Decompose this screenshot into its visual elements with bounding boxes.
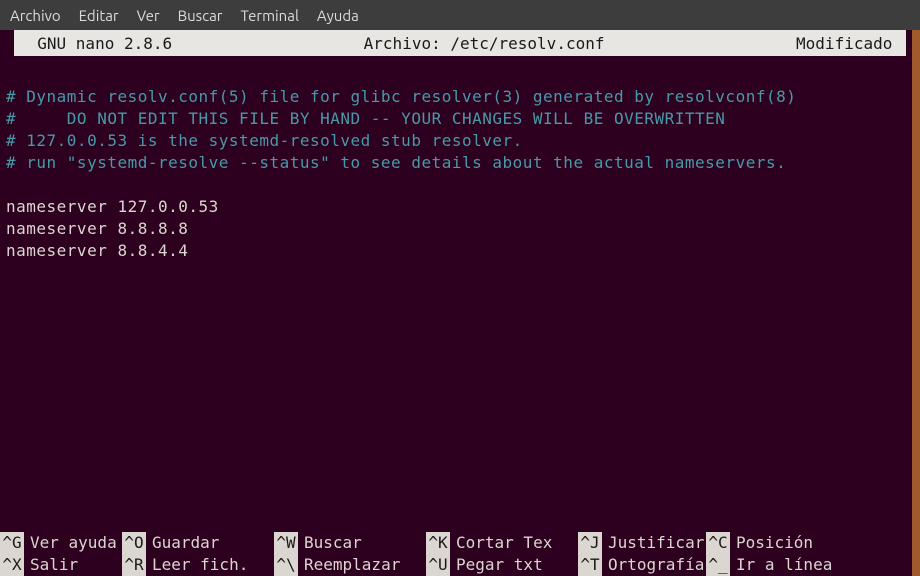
shortcut-label: Guardar [146, 532, 223, 554]
comment-line: # run "systemd-resolve --status" to see … [6, 152, 914, 174]
menu-ayuda[interactable]: Ayuda [317, 7, 359, 24]
shortcut-label: Cortar Tex [450, 532, 556, 554]
shortcut-label: Buscar [298, 532, 366, 554]
content-line: nameserver 8.8.4.4 [6, 240, 914, 262]
shortcut-key: ^W [274, 532, 298, 554]
shortcut-label: Salir [24, 554, 82, 576]
comment-line: # 127.0.0.53 is the systemd-resolved stu… [6, 130, 914, 152]
shortcut-key: ^X [0, 554, 24, 576]
shortcut-key: ^O [122, 532, 146, 554]
shortcut-label: Reemplazar [298, 554, 404, 576]
shortcut-label: Ortografía [602, 554, 706, 576]
menubar: Archivo Editar Ver Buscar Terminal Ayuda [0, 0, 920, 30]
menu-terminal[interactable]: Terminal [241, 7, 299, 24]
shortcut-justify[interactable]: ^J Justificar [578, 532, 706, 554]
shortcut-spell[interactable]: ^T Ortografía [578, 554, 706, 576]
shortcut-label: Justificar [602, 532, 706, 554]
shortcut-position[interactable]: ^C Posición [706, 532, 920, 554]
scrollbar[interactable] [912, 30, 920, 576]
shortcut-key: ^J [578, 532, 602, 554]
shortcut-key: ^K [426, 532, 450, 554]
shortcut-label: Ir a línea [730, 554, 836, 576]
comment-line: # Dynamic resolv.conf(5) file for glibc … [6, 86, 914, 108]
nano-filename: Archivo: /etc/resolv.conf [172, 34, 796, 53]
shortcut-row-2: ^X Salir ^R Leer fich. ^\ Reemplazar ^U … [0, 554, 920, 576]
menu-archivo[interactable]: Archivo [10, 7, 61, 24]
shortcut-cut[interactable]: ^K Cortar Tex [426, 532, 578, 554]
nano-shortcut-bar: ^G Ver ayuda ^O Guardar ^W Buscar ^K Cor… [0, 532, 920, 576]
shortcut-read-file[interactable]: ^R Leer fich. [122, 554, 274, 576]
nano-version: GNU nano 2.8.6 [18, 34, 172, 53]
shortcut-key: ^T [578, 554, 602, 576]
menu-buscar[interactable]: Buscar [178, 7, 223, 24]
shortcut-key: ^G [0, 532, 24, 554]
shortcut-label: Leer fich. [146, 554, 252, 576]
shortcut-exit[interactable]: ^X Salir [0, 554, 122, 576]
editor-content[interactable]: # Dynamic resolv.conf(5) file for glibc … [0, 56, 920, 262]
shortcut-replace[interactable]: ^\ Reemplazar [274, 554, 426, 576]
shortcut-label: Posición [730, 532, 817, 554]
shortcut-label: Ver ayuda [24, 532, 121, 554]
menu-ver[interactable]: Ver [137, 7, 160, 24]
nano-modified-status: Modificado [796, 34, 902, 53]
menu-editar[interactable]: Editar [79, 7, 119, 24]
shortcut-paste[interactable]: ^U Pegar txt [426, 554, 578, 576]
shortcut-label: Pegar txt [450, 554, 547, 576]
content-line: nameserver 127.0.0.53 [6, 196, 914, 218]
shortcut-goto-line[interactable]: ^_ Ir a línea [706, 554, 920, 576]
shortcut-save[interactable]: ^O Guardar [122, 532, 274, 554]
nano-title-bar: GNU nano 2.8.6 Archivo: /etc/resolv.conf… [14, 30, 906, 56]
shortcut-search[interactable]: ^W Buscar [274, 532, 426, 554]
shortcut-key: ^R [122, 554, 146, 576]
shortcut-key: ^C [706, 532, 730, 554]
shortcut-key: ^\ [274, 554, 298, 576]
content-line: nameserver 8.8.8.8 [6, 218, 914, 240]
shortcut-key: ^U [426, 554, 450, 576]
shortcut-help[interactable]: ^G Ver ayuda [0, 532, 122, 554]
shortcut-row-1: ^G Ver ayuda ^O Guardar ^W Buscar ^K Cor… [0, 532, 920, 554]
blank-line [6, 174, 914, 196]
shortcut-key: ^_ [706, 554, 730, 576]
comment-line: # DO NOT EDIT THIS FILE BY HAND -- YOUR … [6, 108, 914, 130]
